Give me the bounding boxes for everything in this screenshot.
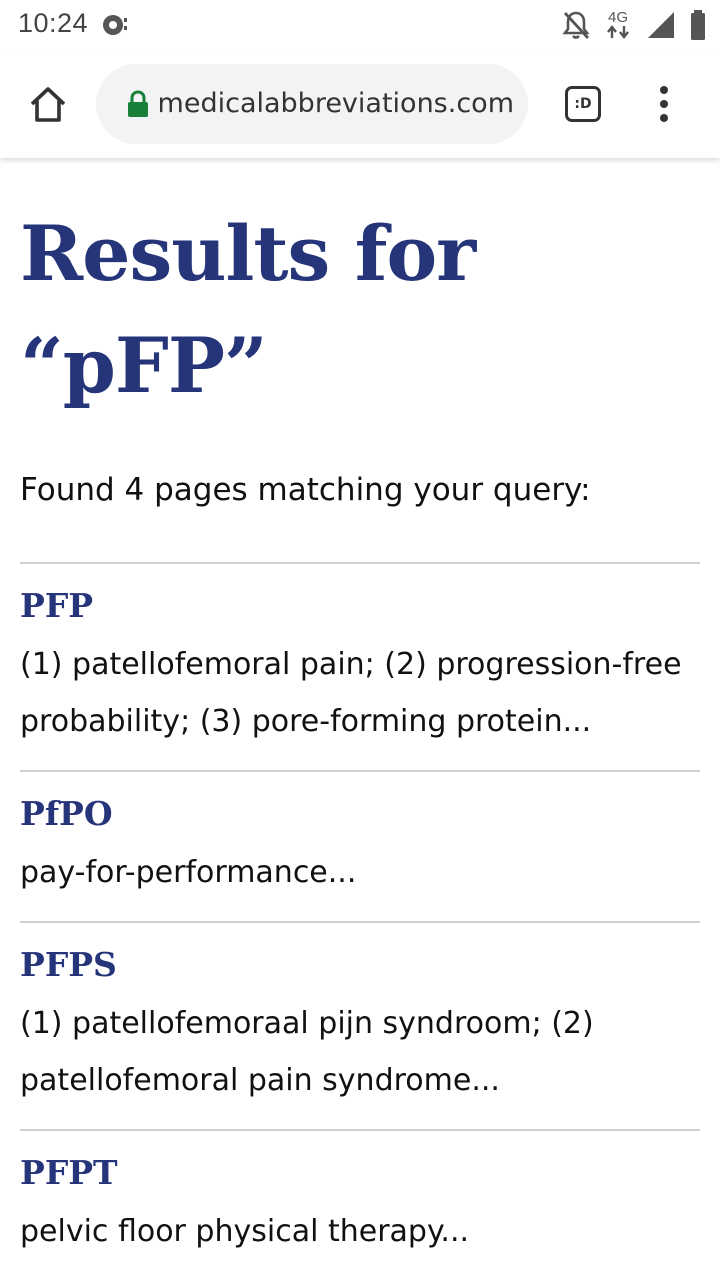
4g-data-icon: 4G: [604, 9, 632, 39]
result-description: (1) patellofemoral pain; (2) progression…: [20, 647, 682, 739]
url-text[interactable]: medicalabbreviations.com: [160, 64, 514, 144]
signal-icon: [648, 12, 674, 38]
network-type-label: 4G: [607, 9, 628, 26]
result-description: pay-for-performance...: [20, 855, 357, 890]
result-item: PfPO pay-for-performance...: [20, 770, 700, 921]
tab-switcher-button[interactable]: :D: [565, 86, 601, 122]
address-bar[interactable]: medicalabbreviations.com: [96, 64, 528, 144]
result-title-link[interactable]: PFP: [20, 586, 700, 626]
search-results-page: Results for “pFP” Found 4 pages matching…: [20, 158, 700, 1280]
result-title-link[interactable]: PfPO: [20, 794, 700, 834]
page-title: Results for “pFP”: [20, 209, 476, 410]
status-bar: 10:24 4G: [0, 0, 720, 50]
result-description: pelvic floor physical therapy...: [20, 1214, 470, 1249]
lock-icon: [128, 90, 148, 117]
results-summary: Found 4 pages matching your query:: [20, 472, 591, 508]
result-title-link[interactable]: PFPT: [20, 1153, 700, 1193]
battery-icon: [691, 10, 705, 40]
overflow-menu-icon[interactable]: [652, 84, 676, 124]
status-time: 10:24: [18, 8, 89, 38]
results-list: PFP (1) patellofemoral pain; (2) progres…: [20, 562, 700, 1280]
result-item: PFPS (1) patellofemoraal pijn syndroom; …: [20, 921, 700, 1129]
data-arrows-icon: [607, 25, 629, 39]
status-icons: 4G: [562, 8, 706, 42]
result-item: PFPT pelvic floor physical therapy...: [20, 1129, 700, 1280]
home-icon[interactable]: [26, 84, 70, 124]
result-item: PFP (1) patellofemoral pain; (2) progres…: [20, 562, 700, 770]
bell-off-icon: [562, 11, 590, 39]
notification-dot-icon: [103, 15, 127, 35]
browser-toolbar: medicalabbreviations.com :D: [0, 50, 720, 158]
result-description: (1) patellofemoraal pijn syndroom; (2) p…: [20, 1006, 594, 1098]
result-title-link[interactable]: PFPS: [20, 945, 700, 985]
